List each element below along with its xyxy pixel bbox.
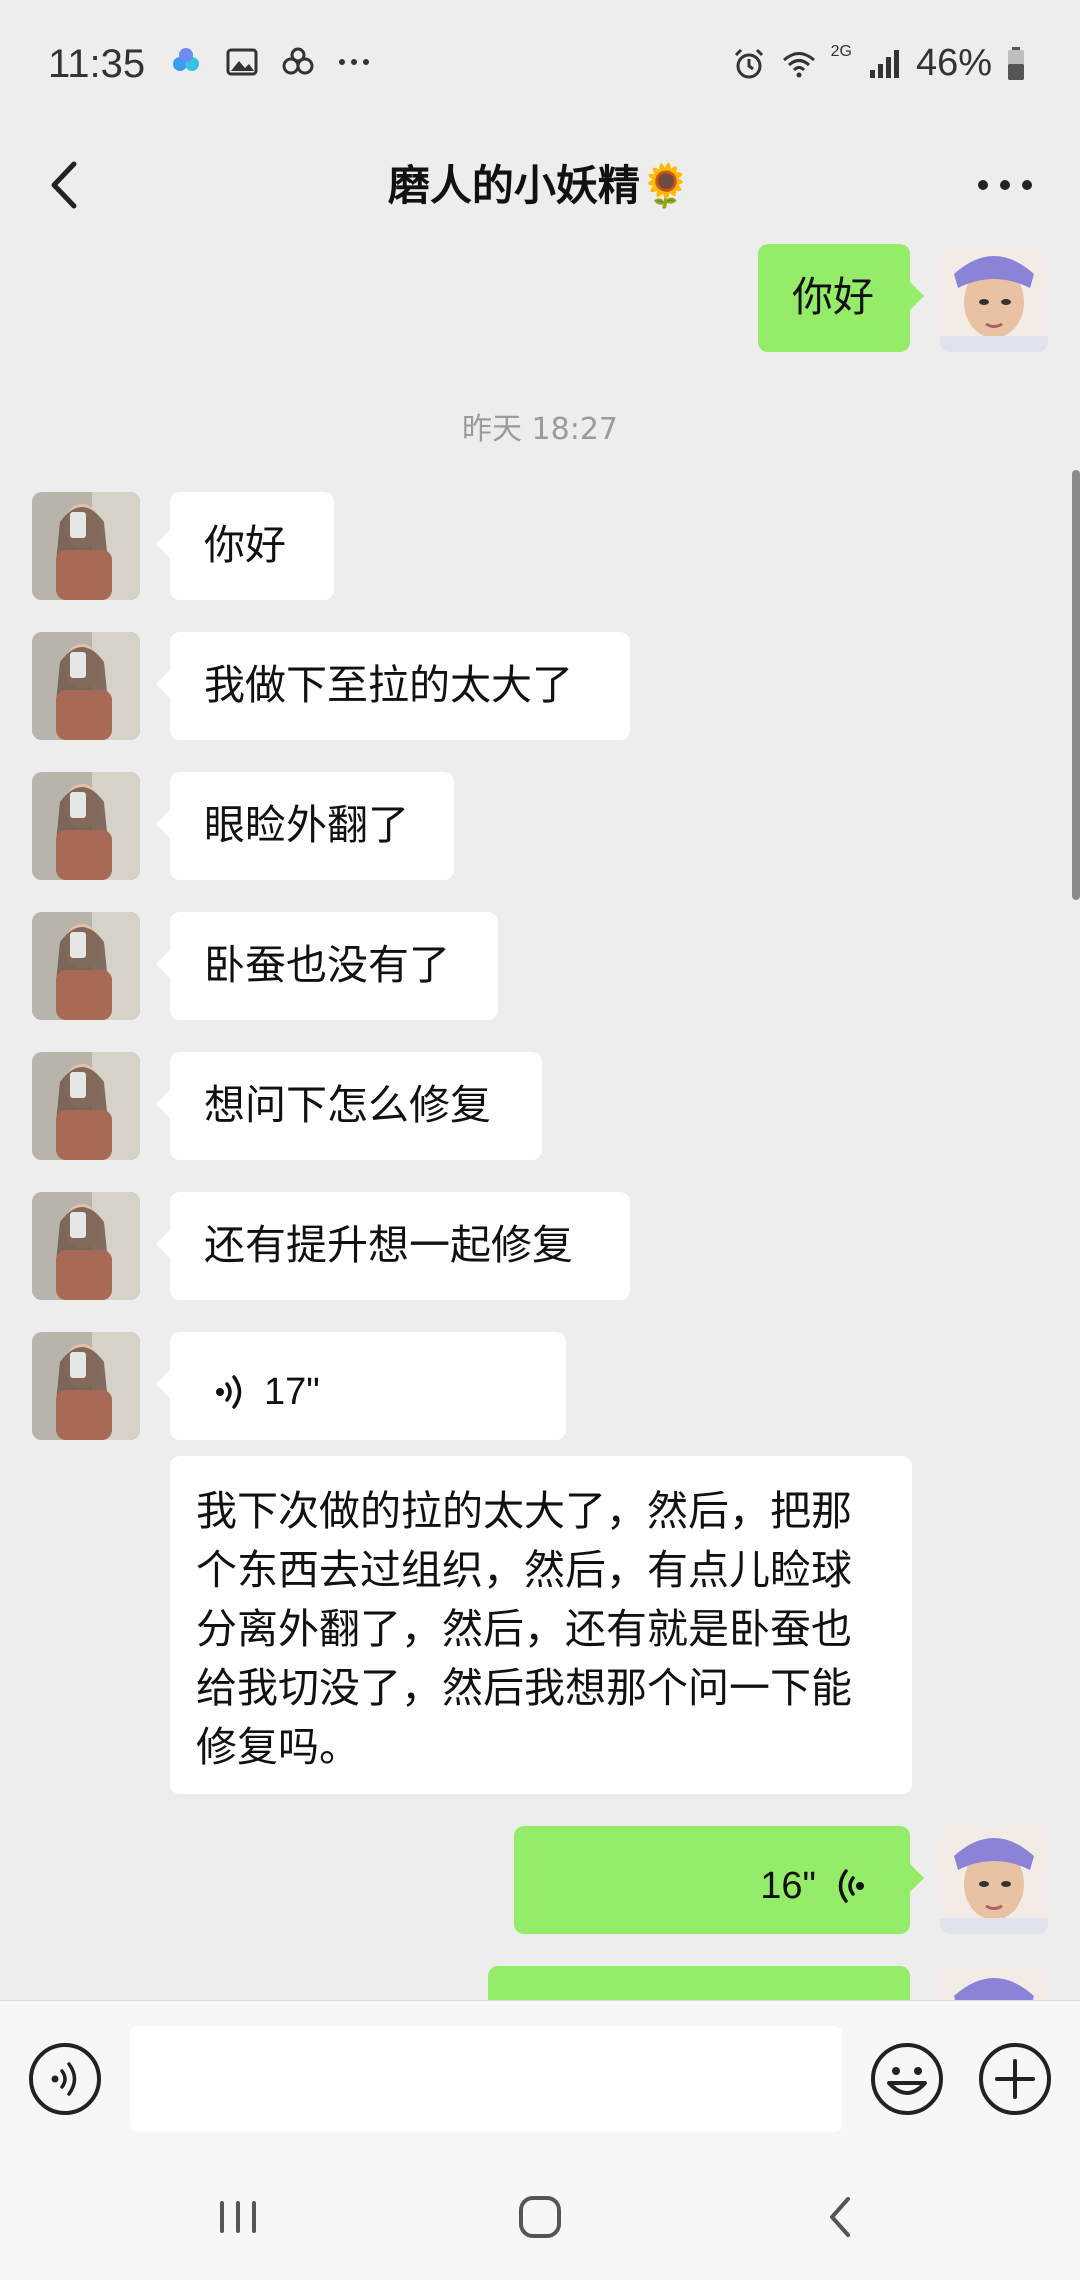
network-type-label: 2G <box>830 43 852 60</box>
message-bubble-incoming[interactable]: 你好 <box>156 492 334 600</box>
message-bubble-outgoing[interactable]: 你好 <box>758 244 924 352</box>
contact-name: 磨人的小妖精 <box>387 161 640 210</box>
message-bubble-incoming[interactable]: 眼睑外翻了 <box>156 772 454 880</box>
gallery-icon <box>226 48 258 76</box>
more-dots-icon[interactable] <box>970 150 1040 220</box>
my-avatar[interactable] <box>940 1966 1048 2000</box>
system-navigation-bar <box>0 2155 1080 2280</box>
my-avatar[interactable] <box>940 244 1048 352</box>
voice-wave-icon <box>216 1375 242 1409</box>
message-input-bar <box>0 2000 1080 2156</box>
recent-apps-icon[interactable] <box>208 2187 268 2247</box>
message-timestamp: 昨天 18:27 <box>462 412 618 447</box>
voice-message-outgoing[interactable]: 16" <box>514 1826 924 1934</box>
back-icon[interactable] <box>812 2187 872 2247</box>
voice-message-incoming[interactable]: 17" <box>156 1332 566 1440</box>
voice-input-icon[interactable] <box>27 2041 103 2117</box>
voice-transcript-bubble[interactable]: 我下次做的拉的太大了，然后，把那个东西去过组织，然后，有点儿睑球分离外翻了，然后… <box>170 1456 912 1794</box>
sunflower-emoji: 🌻 <box>639 161 693 210</box>
message-bubble-incoming[interactable]: 还有提升想一起修复 <box>156 1192 630 1300</box>
message-text: 卧蚕也没有了 <box>204 941 450 989</box>
home-icon[interactable] <box>510 2187 570 2247</box>
contact-avatar[interactable] <box>32 1052 140 1160</box>
voice-duration: 17" <box>264 1371 320 1413</box>
contact-avatar[interactable] <box>32 912 140 1020</box>
voice-wave-icon <box>838 1869 864 1903</box>
chat-title: 磨人的小妖精🌻 <box>0 152 1080 213</box>
status-notification-icons <box>168 44 372 80</box>
chat-header: 磨人的小妖精🌻 <box>0 130 1080 240</box>
my-avatar[interactable] <box>940 1826 1048 1934</box>
voice-message-content: 16" <box>760 1858 866 1914</box>
scroll-indicator[interactable] <box>1072 470 1080 900</box>
message-bubble-outgoing[interactable] <box>488 1966 910 2000</box>
voice-transcript-text: 我下次做的拉的太大了，然后，把那个东西去过组织，然后，有点儿睑球分离外翻了，然后… <box>196 1487 852 1771</box>
plus-icon[interactable] <box>977 2041 1053 2117</box>
emoji-icon[interactable] <box>869 2041 945 2117</box>
voice-message-content: 17" <box>214 1364 320 1420</box>
contact-avatar[interactable] <box>32 492 140 600</box>
message-text: 我做下至拉的太大了 <box>204 661 573 709</box>
status-system-icons: 2G 46% <box>731 42 1026 85</box>
contact-avatar[interactable] <box>32 1192 140 1300</box>
status-time: 11:35 <box>48 42 146 86</box>
message-bubble-incoming[interactable]: 我做下至拉的太大了 <box>156 632 630 740</box>
message-text: 你好 <box>204 521 286 569</box>
message-text-input[interactable] <box>130 2026 842 2132</box>
alarm-icon <box>734 48 763 78</box>
message-text: 还有提升想一起修复 <box>204 1221 573 1269</box>
message-bubble-incoming[interactable]: 想问下怎么修复 <box>156 1052 542 1160</box>
contact-avatar[interactable] <box>32 772 140 880</box>
status-bar: 11:35 2G 46% <box>0 0 1080 130</box>
link-icon <box>282 47 314 75</box>
battery-percent: 46% <box>915 42 992 84</box>
message-bubble-incoming[interactable]: 卧蚕也没有了 <box>156 912 498 1020</box>
chat-messages[interactable]: 你好 昨天 18:27 你好 我做下至拉的太大了 眼睑外翻了 卧蚕也没有了 想问… <box>0 240 1080 2000</box>
message-text: 你好 <box>792 273 874 321</box>
battery-icon <box>1008 46 1024 80</box>
cloud-app-icon <box>173 48 199 71</box>
more-dots-icon <box>339 59 369 65</box>
contact-avatar[interactable] <box>32 632 140 740</box>
signal-icon <box>869 49 899 78</box>
message-text: 想问下怎么修复 <box>204 1081 491 1129</box>
message-text: 眼睑外翻了 <box>204 801 409 849</box>
contact-avatar[interactable] <box>32 1332 140 1440</box>
wifi-icon <box>782 51 815 77</box>
voice-duration: 16" <box>760 1865 816 1907</box>
